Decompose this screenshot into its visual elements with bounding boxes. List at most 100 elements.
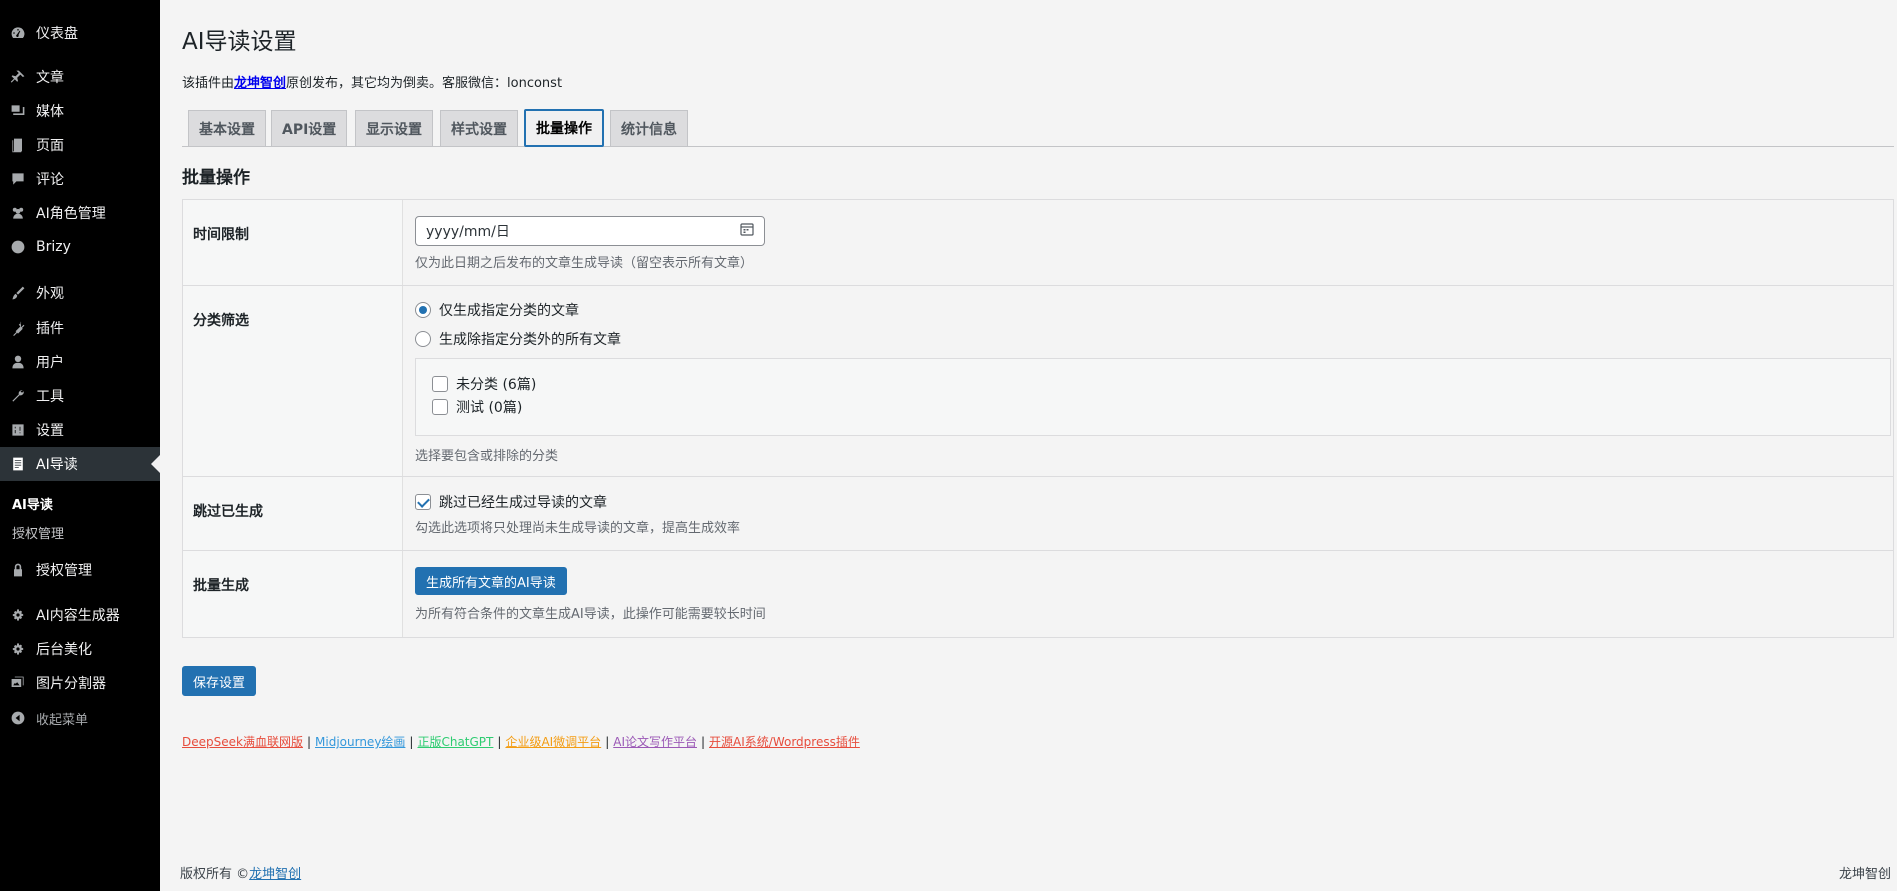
- user-icon: [0, 354, 36, 370]
- radio-exclude[interactable]: [415, 331, 431, 347]
- tab-batch-operations[interactable]: 批量操作: [524, 109, 604, 147]
- sidebar-item-label: 插件: [36, 321, 64, 337]
- sidebar-item-label: AI角色管理: [36, 206, 106, 222]
- sidebar-item-brizy[interactable]: Brizy: [0, 230, 160, 264]
- plugin-notice: 该插件由龙坤智创原创发布，其它均为倒卖。客服微信：lonconst: [182, 72, 562, 91]
- category-checkbox-test[interactable]: 测试 (0篇): [432, 397, 522, 417]
- link-chatgpt[interactable]: 正版ChatGPT: [417, 735, 493, 749]
- sidebar-item-ai-content-generator[interactable]: AI内容生成器: [0, 598, 160, 632]
- sidebar-item-image-splitter[interactable]: 图片分割器: [0, 666, 160, 700]
- sidebar-item-label: Brizy: [36, 239, 71, 255]
- date-input-placeholder: yyyy/mm/日: [426, 224, 510, 240]
- category-list: 未分类 (6篇) 测试 (0篇): [415, 358, 1891, 436]
- sidebar-item-plugins[interactable]: 插件: [0, 311, 160, 345]
- collapse-icon: [0, 710, 36, 726]
- copyright-prefix: 版权所有 ©: [180, 867, 250, 882]
- checkbox[interactable]: [432, 376, 448, 392]
- tab-api-settings[interactable]: API设置: [271, 110, 348, 146]
- link-separator: |: [605, 735, 610, 749]
- sidebar-item-comments[interactable]: 评论: [0, 162, 160, 196]
- sidebar-item-pages[interactable]: 页面: [0, 128, 160, 162]
- link-finetune-platform[interactable]: 企业级AI微调平台: [505, 735, 601, 749]
- collapse-menu-button[interactable]: 收起菜单: [0, 701, 160, 735]
- author-link[interactable]: 龙坤智创: [234, 76, 286, 91]
- sidebar-item-label: 图片分割器: [36, 676, 106, 692]
- sidebar-item-settings[interactable]: 设置: [0, 413, 160, 447]
- section-title: 批量操作: [182, 168, 250, 188]
- category-label: 测试 (0篇): [456, 400, 523, 416]
- batch-generate-description: 为所有符合条件的文章生成AI导读，此操作可能需要较长时间: [415, 607, 766, 622]
- radio-exclude-categories[interactable]: 生成除指定分类外的所有文章: [415, 329, 621, 349]
- link-paper-platform[interactable]: AI论文写作平台: [613, 735, 697, 749]
- link-open-source[interactable]: 开源AI系统/Wordpress插件: [709, 735, 860, 749]
- skip-generated-description: 勾选此选项将只处理尚未生成导读的文章，提高生成效率: [415, 521, 741, 536]
- plugin-icon: [0, 320, 36, 336]
- category-filter-description: 选择要包含或排除的分类: [415, 449, 559, 464]
- lock-icon: [0, 562, 36, 578]
- link-separator: |: [700, 735, 706, 749]
- users-group-icon: [0, 205, 36, 221]
- skip-generated-label: 跳过已生成: [183, 477, 403, 550]
- dashboard-icon: [0, 25, 36, 41]
- skip-generated-checkbox-row[interactable]: 跳过已经生成过导读的文章: [415, 492, 607, 512]
- sidebar-item-label: 媒体: [36, 104, 64, 120]
- submenu-item-ai-guide[interactable]: AI导读: [12, 494, 53, 513]
- link-deepseek[interactable]: DeepSeek满血联网版: [182, 735, 303, 749]
- time-limit-label: 时间限制: [183, 200, 403, 285]
- sidebar-item-ai-roles[interactable]: AI角色管理: [0, 196, 160, 230]
- tab-style-settings[interactable]: 样式设置: [440, 110, 518, 146]
- copyright-link[interactable]: 龙坤智创: [249, 867, 301, 882]
- date-input[interactable]: yyyy/mm/日: [415, 216, 765, 246]
- tab-basic-settings[interactable]: 基本设置: [188, 110, 266, 146]
- sidebar-item-ai-guide[interactable]: AI导读: [0, 447, 160, 481]
- calendar-icon[interactable]: [740, 222, 754, 240]
- link-separator: |: [497, 735, 502, 749]
- link-midjourney[interactable]: Midjourney绘画: [315, 735, 405, 749]
- batch-form-table: 时间限制 yyyy/mm/日 仅为此日期之后发布的文章生成导读（留空表示所有文章…: [182, 199, 1894, 638]
- sidebar-item-dashboard[interactable]: 仪表盘: [0, 16, 160, 50]
- promo-links: DeepSeek满血联网版 | Midjourney绘画 | 正版ChatGPT | 企业级…: [182, 733, 860, 750]
- admin-sidebar: 仪表盘 文章 媒体 页面 评论 AI角色管理 Brizy 外观 插件 用户 工具: [0, 0, 160, 891]
- sidebar-item-label: 仪表盘: [36, 26, 78, 42]
- sidebar-item-label: 设置: [36, 423, 64, 439]
- tab-statistics[interactable]: 统计信息: [610, 110, 688, 146]
- sidebar-item-label: 授权管理: [36, 563, 92, 579]
- radio-include[interactable]: [415, 302, 431, 318]
- checkbox[interactable]: [432, 399, 448, 415]
- brizy-icon: [0, 239, 36, 255]
- skip-generated-checkbox[interactable]: [415, 494, 431, 510]
- generate-all-button[interactable]: 生成所有文章的AI导读: [415, 567, 567, 595]
- settings-tabs: 基本设置 API设置 显示设置 样式设置 批量操作 统计信息: [182, 109, 1894, 147]
- sidebar-item-admin-beautify[interactable]: 后台美化: [0, 632, 160, 666]
- sidebar-item-media[interactable]: 媒体: [0, 94, 160, 128]
- link-separator: |: [409, 735, 414, 749]
- document-icon: [0, 456, 36, 472]
- radio-include-label: 仅生成指定分类的文章: [439, 303, 579, 319]
- sidebar-item-users[interactable]: 用户: [0, 345, 160, 379]
- radio-include-categories[interactable]: 仅生成指定分类的文章: [415, 300, 579, 320]
- sidebar-item-label: 文章: [36, 70, 64, 86]
- batch-generate-label: 批量生成: [183, 551, 403, 637]
- page-title: AI导读设置: [182, 29, 297, 55]
- sidebar-item-label: 评论: [36, 172, 64, 188]
- category-filter-label: 分类筛选: [183, 286, 403, 476]
- time-limit-description: 仅为此日期之后发布的文章生成导读（留空表示所有文章）: [415, 256, 754, 271]
- skip-generated-checkbox-label: 跳过已经生成过导读的文章: [439, 495, 607, 511]
- notice-suffix: 原创发布，其它均为倒卖。客服微信：lonconst: [286, 76, 563, 91]
- sidebar-item-posts[interactable]: 文章: [0, 60, 160, 94]
- link-separator: |: [306, 735, 312, 749]
- sidebar-item-appearance[interactable]: 外观: [0, 276, 160, 310]
- submenu-item-license[interactable]: 授权管理: [12, 523, 64, 542]
- paintbrush-icon: [0, 285, 36, 301]
- settings-sliders-icon: [0, 422, 36, 438]
- page-icon: [0, 137, 36, 153]
- footer-brand: 龙坤智创: [1838, 867, 1891, 882]
- category-checkbox-uncategorized[interactable]: 未分类 (6篇): [432, 374, 536, 394]
- tab-display-settings[interactable]: 显示设置: [355, 110, 433, 146]
- gear-icon: [0, 607, 36, 623]
- save-settings-button[interactable]: 保存设置: [182, 666, 257, 696]
- comment-icon: [0, 171, 36, 187]
- sidebar-item-label: 外观: [36, 286, 64, 302]
- sidebar-item-tools[interactable]: 工具: [0, 379, 160, 413]
- sidebar-item-license[interactable]: 授权管理: [0, 553, 160, 587]
